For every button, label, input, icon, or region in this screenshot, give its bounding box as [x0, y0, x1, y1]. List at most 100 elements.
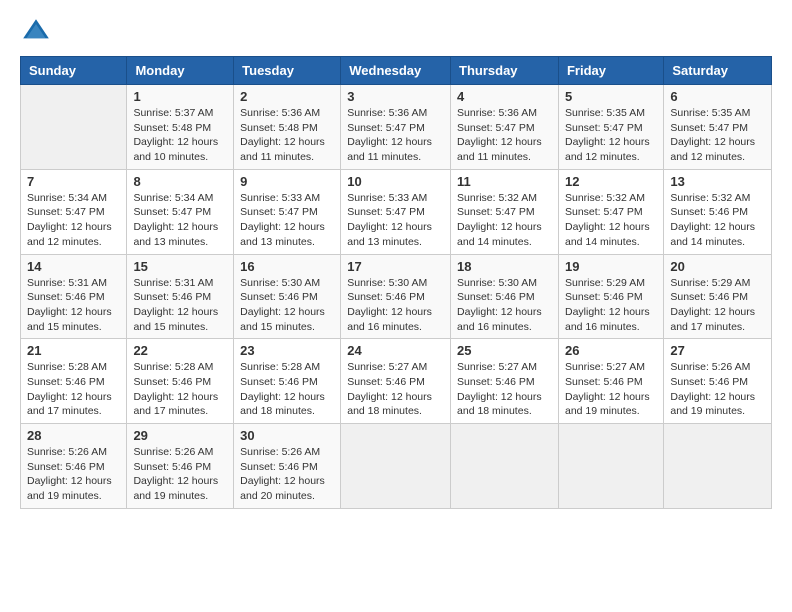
day-info: Sunrise: 5:29 AMSunset: 5:46 PMDaylight:… [565, 276, 657, 335]
day-number: 17 [347, 259, 444, 274]
day-info: Sunrise: 5:27 AMSunset: 5:46 PMDaylight:… [347, 360, 444, 419]
day-of-week-header: Saturday [664, 57, 772, 85]
calendar-week-row: 14 Sunrise: 5:31 AMSunset: 5:46 PMDayligh… [21, 254, 772, 339]
day-number: 30 [240, 428, 334, 443]
calendar-cell [558, 424, 663, 509]
header-row: SundayMondayTuesdayWednesdayThursdayFrid… [21, 57, 772, 85]
day-info: Sunrise: 5:30 AMSunset: 5:46 PMDaylight:… [457, 276, 552, 335]
day-number: 7 [27, 174, 120, 189]
calendar-cell: 13 Sunrise: 5:32 AMSunset: 5:46 PMDayligh… [664, 169, 772, 254]
day-info: Sunrise: 5:27 AMSunset: 5:46 PMDaylight:… [457, 360, 552, 419]
day-info: Sunrise: 5:31 AMSunset: 5:46 PMDaylight:… [133, 276, 227, 335]
day-number: 10 [347, 174, 444, 189]
day-number: 22 [133, 343, 227, 358]
calendar-cell [341, 424, 451, 509]
day-number: 5 [565, 89, 657, 104]
day-number: 29 [133, 428, 227, 443]
day-number: 2 [240, 89, 334, 104]
day-number: 6 [670, 89, 765, 104]
calendar-cell: 11 Sunrise: 5:32 AMSunset: 5:47 PMDayligh… [451, 169, 559, 254]
calendar-week-row: 28 Sunrise: 5:26 AMSunset: 5:46 PMDayligh… [21, 424, 772, 509]
day-number: 20 [670, 259, 765, 274]
day-info: Sunrise: 5:27 AMSunset: 5:46 PMDaylight:… [565, 360, 657, 419]
day-number: 25 [457, 343, 552, 358]
calendar-cell: 22 Sunrise: 5:28 AMSunset: 5:46 PMDayligh… [127, 339, 234, 424]
calendar-cell: 1 Sunrise: 5:37 AMSunset: 5:48 PMDaylight… [127, 85, 234, 170]
calendar-cell: 26 Sunrise: 5:27 AMSunset: 5:46 PMDayligh… [558, 339, 663, 424]
day-number: 8 [133, 174, 227, 189]
day-info: Sunrise: 5:26 AMSunset: 5:46 PMDaylight:… [670, 360, 765, 419]
day-of-week-header: Friday [558, 57, 663, 85]
day-number: 14 [27, 259, 120, 274]
calendar-cell: 4Sunrise: 5:36 AMSunset: 5:47 PMDaylight… [451, 85, 559, 170]
calendar-cell [21, 85, 127, 170]
calendar-cell: 16 Sunrise: 5:30 AMSunset: 5:46 PMDayligh… [234, 254, 341, 339]
calendar-cell [664, 424, 772, 509]
day-of-week-header: Sunday [21, 57, 127, 85]
day-number: 23 [240, 343, 334, 358]
calendar-cell: 18 Sunrise: 5:30 AMSunset: 5:46 PMDayligh… [451, 254, 559, 339]
calendar-cell: 5Sunrise: 5:35 AMSunset: 5:47 PMDaylight… [558, 85, 663, 170]
day-info: Sunrise: 5:32 AMSunset: 5:47 PMDaylight:… [565, 191, 657, 250]
calendar-cell: 8 Sunrise: 5:34 AMSunset: 5:47 PMDaylight… [127, 169, 234, 254]
calendar-week-row: 1 Sunrise: 5:37 AMSunset: 5:48 PMDaylight… [21, 85, 772, 170]
calendar-cell [451, 424, 559, 509]
day-info: Sunrise: 5:36 AMSunset: 5:47 PMDaylight:… [457, 106, 552, 165]
day-info: Sunrise: 5:30 AMSunset: 5:46 PMDaylight:… [240, 276, 334, 335]
calendar-cell: 12Sunrise: 5:32 AMSunset: 5:47 PMDayligh… [558, 169, 663, 254]
day-info: Sunrise: 5:34 AMSunset: 5:47 PMDaylight:… [27, 191, 120, 250]
day-info: Sunrise: 5:28 AMSunset: 5:46 PMDaylight:… [27, 360, 120, 419]
day-number: 16 [240, 259, 334, 274]
calendar-week-row: 21 Sunrise: 5:28 AMSunset: 5:46 PMDayligh… [21, 339, 772, 424]
day-number: 26 [565, 343, 657, 358]
header [20, 16, 772, 48]
calendar-cell: 19 Sunrise: 5:29 AMSunset: 5:46 PMDayligh… [558, 254, 663, 339]
calendar-cell: 28 Sunrise: 5:26 AMSunset: 5:46 PMDayligh… [21, 424, 127, 509]
day-number: 11 [457, 174, 552, 189]
logo-icon [20, 16, 52, 48]
day-of-week-header: Wednesday [341, 57, 451, 85]
day-info: Sunrise: 5:26 AMSunset: 5:46 PMDaylight:… [27, 445, 120, 504]
day-info: Sunrise: 5:35 AMSunset: 5:47 PMDaylight:… [670, 106, 765, 165]
logo [20, 16, 56, 48]
day-info: Sunrise: 5:34 AMSunset: 5:47 PMDaylight:… [133, 191, 227, 250]
calendar-header: SundayMondayTuesdayWednesdayThursdayFrid… [21, 57, 772, 85]
day-number: 9 [240, 174, 334, 189]
calendar-cell: 7 Sunrise: 5:34 AMSunset: 5:47 PMDaylight… [21, 169, 127, 254]
page: SundayMondayTuesdayWednesdayThursdayFrid… [0, 0, 792, 529]
calendar-cell: 17Sunrise: 5:30 AMSunset: 5:46 PMDayligh… [341, 254, 451, 339]
calendar-cell: 25 Sunrise: 5:27 AMSunset: 5:46 PMDayligh… [451, 339, 559, 424]
day-info: Sunrise: 5:36 AMSunset: 5:47 PMDaylight:… [347, 106, 444, 165]
day-number: 13 [670, 174, 765, 189]
day-of-week-header: Tuesday [234, 57, 341, 85]
day-of-week-header: Monday [127, 57, 234, 85]
day-number: 28 [27, 428, 120, 443]
calendar-cell: 10Sunrise: 5:33 AMSunset: 5:47 PMDayligh… [341, 169, 451, 254]
day-number: 21 [27, 343, 120, 358]
day-number: 27 [670, 343, 765, 358]
day-info: Sunrise: 5:37 AMSunset: 5:48 PMDaylight:… [133, 106, 227, 165]
day-number: 3 [347, 89, 444, 104]
day-info: Sunrise: 5:28 AMSunset: 5:46 PMDaylight:… [133, 360, 227, 419]
calendar-cell: 21 Sunrise: 5:28 AMSunset: 5:46 PMDayligh… [21, 339, 127, 424]
day-info: Sunrise: 5:33 AMSunset: 5:47 PMDaylight:… [240, 191, 334, 250]
calendar-week-row: 7 Sunrise: 5:34 AMSunset: 5:47 PMDaylight… [21, 169, 772, 254]
day-number: 1 [133, 89, 227, 104]
calendar-cell: 29 Sunrise: 5:26 AMSunset: 5:46 PMDayligh… [127, 424, 234, 509]
calendar-body: 1 Sunrise: 5:37 AMSunset: 5:48 PMDaylight… [21, 85, 772, 509]
day-number: 19 [565, 259, 657, 274]
calendar-cell: 9 Sunrise: 5:33 AMSunset: 5:47 PMDaylight… [234, 169, 341, 254]
day-number: 18 [457, 259, 552, 274]
day-info: Sunrise: 5:32 AMSunset: 5:46 PMDaylight:… [670, 191, 765, 250]
day-info: Sunrise: 5:29 AMSunset: 5:46 PMDaylight:… [670, 276, 765, 335]
day-info: Sunrise: 5:32 AMSunset: 5:47 PMDaylight:… [457, 191, 552, 250]
calendar-table: SundayMondayTuesdayWednesdayThursdayFrid… [20, 56, 772, 509]
calendar-cell: 23Sunrise: 5:28 AMSunset: 5:46 PMDayligh… [234, 339, 341, 424]
calendar-cell: 30 Sunrise: 5:26 AMSunset: 5:46 PMDayligh… [234, 424, 341, 509]
day-info: Sunrise: 5:26 AMSunset: 5:46 PMDaylight:… [240, 445, 334, 504]
calendar-cell: 24Sunrise: 5:27 AMSunset: 5:46 PMDayligh… [341, 339, 451, 424]
day-number: 15 [133, 259, 227, 274]
calendar-cell: 15 Sunrise: 5:31 AMSunset: 5:46 PMDayligh… [127, 254, 234, 339]
day-info: Sunrise: 5:36 AMSunset: 5:48 PMDaylight:… [240, 106, 334, 165]
day-info: Sunrise: 5:26 AMSunset: 5:46 PMDaylight:… [133, 445, 227, 504]
